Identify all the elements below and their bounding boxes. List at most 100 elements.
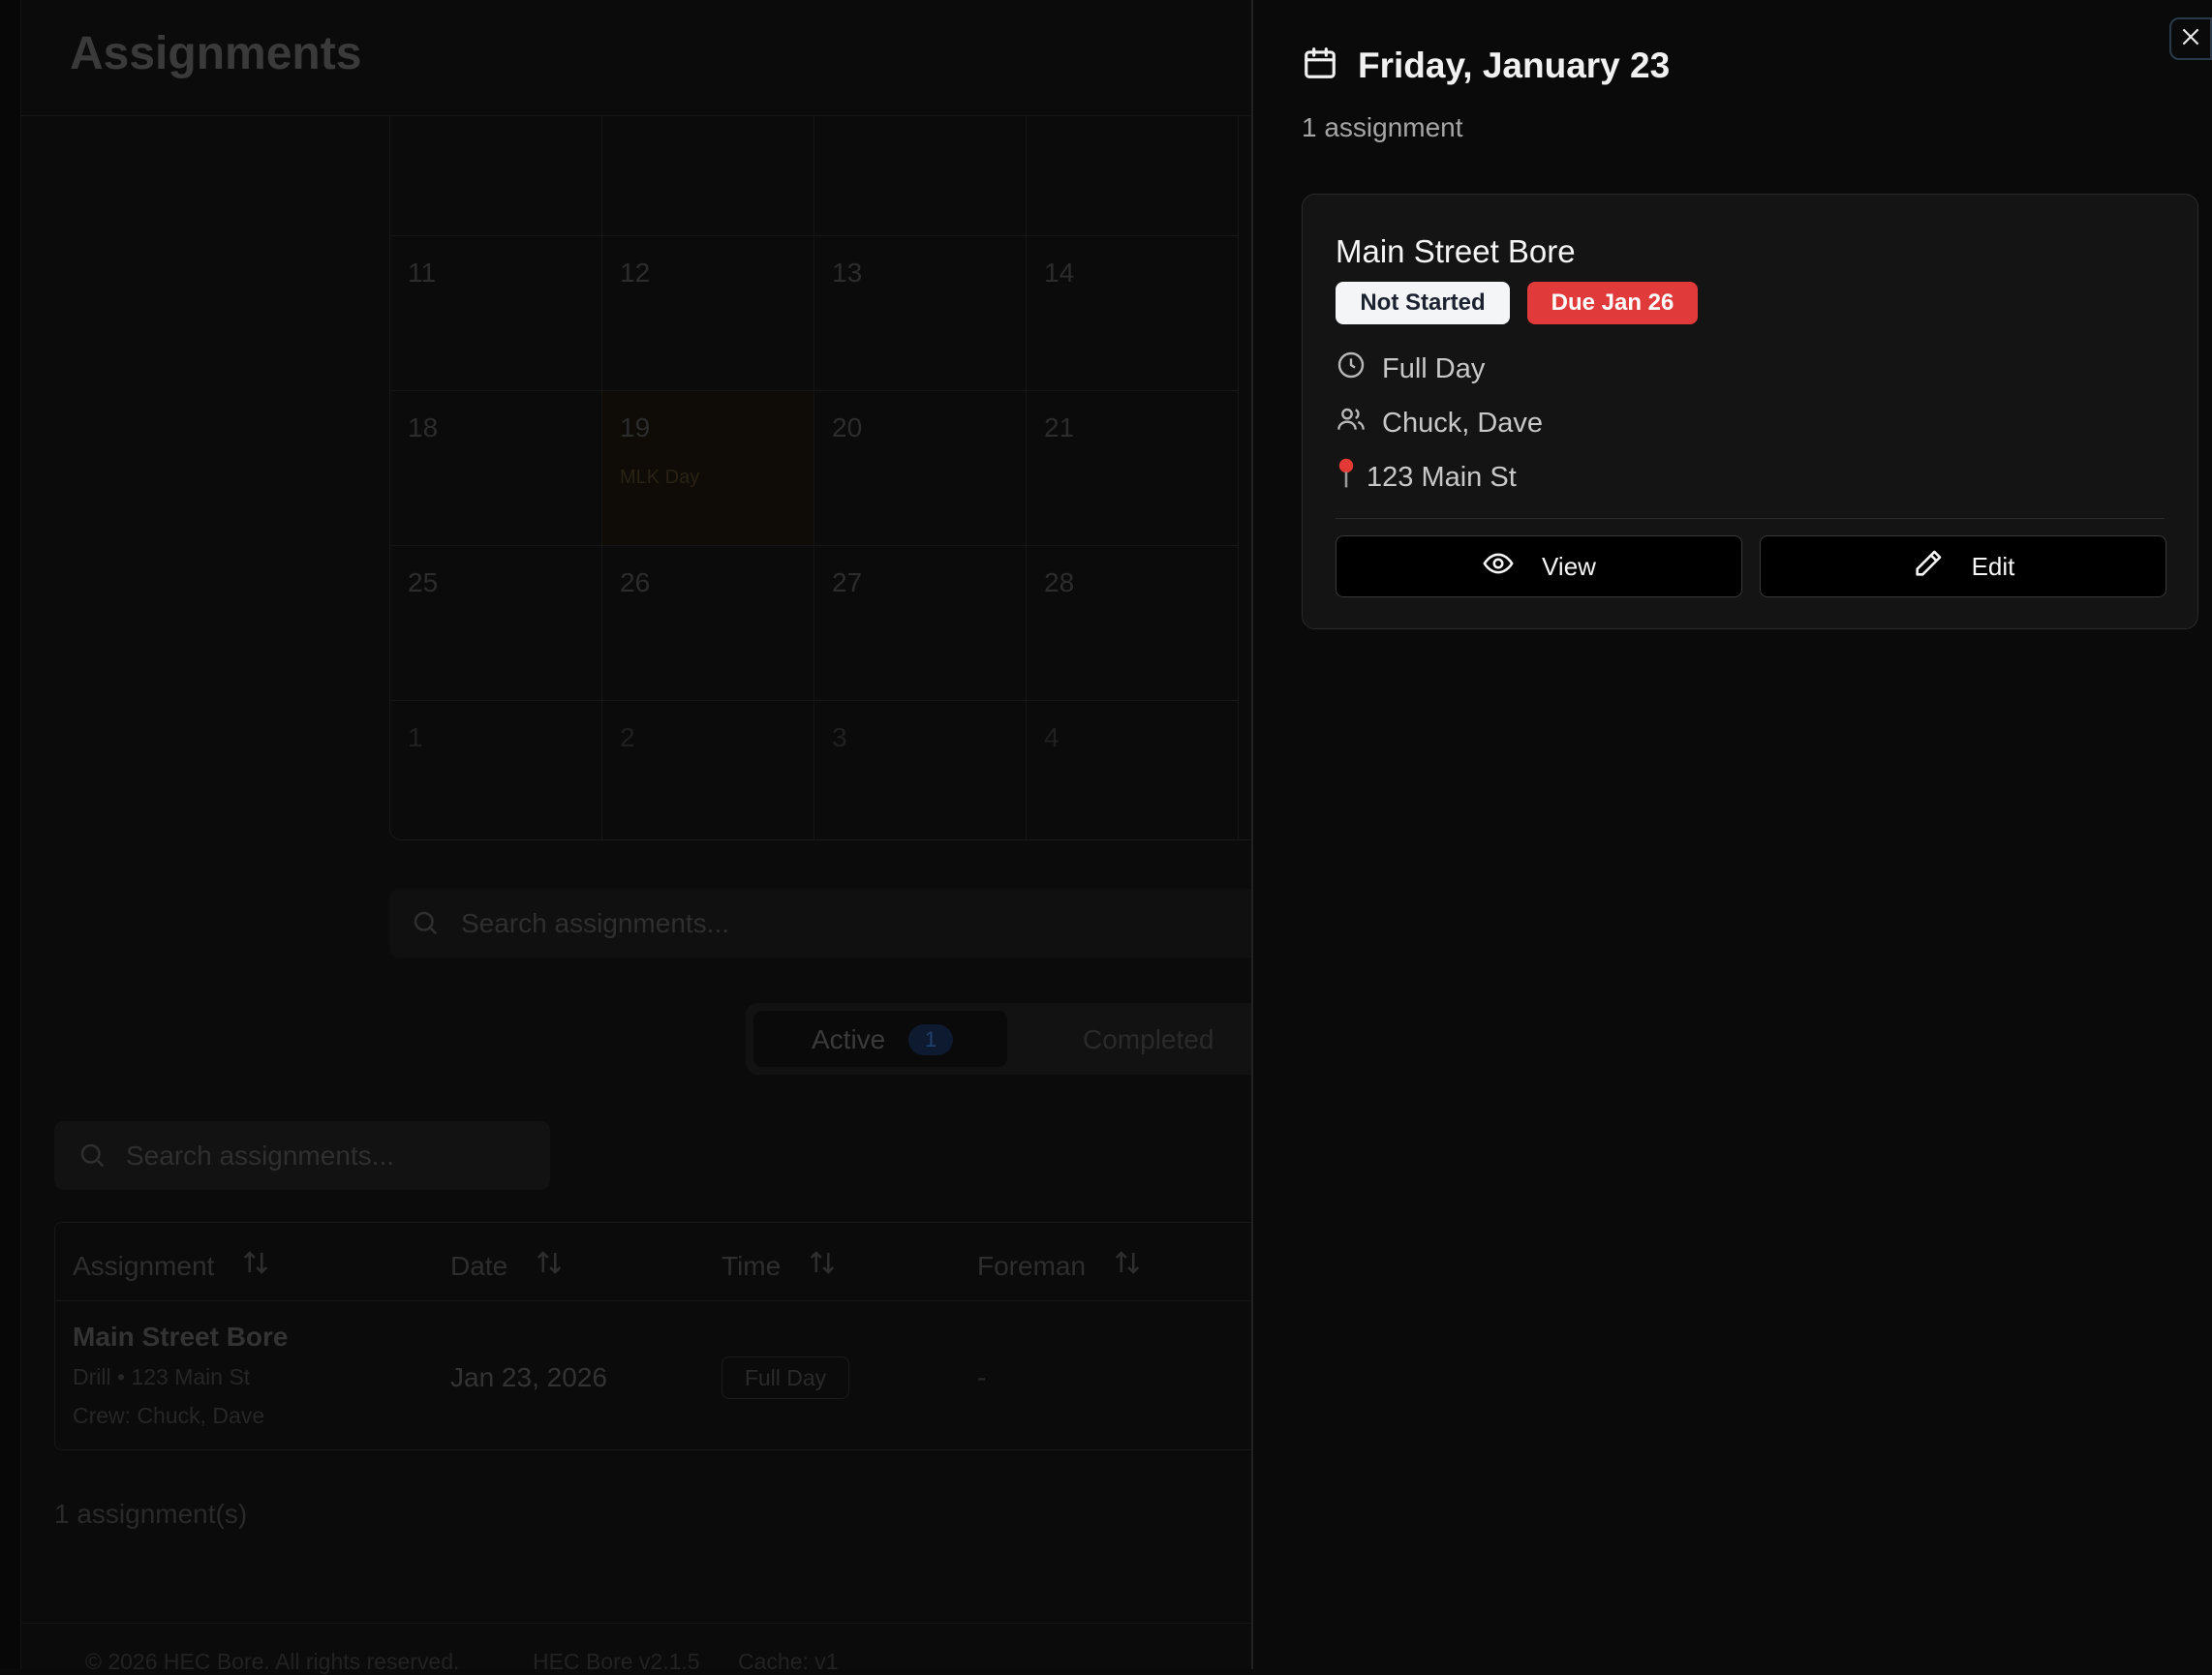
pencil-icon: [1912, 547, 1945, 587]
calendar-cell[interactable]: 20: [814, 391, 1027, 546]
column-header-date[interactable]: Date: [450, 1248, 564, 1284]
column-header-foreman[interactable]: Foreman: [977, 1248, 1142, 1284]
calendar-cell[interactable]: 1: [390, 701, 602, 839]
calendar-cell-holiday[interactable]: 19 MLK Day: [602, 391, 814, 546]
day-number: 20: [832, 412, 863, 442]
calendar-cell[interactable]: [814, 116, 1027, 236]
calendar-cell[interactable]: [602, 116, 814, 236]
calendar-cell[interactable]: 4: [1027, 701, 1239, 839]
day-number: 28: [1044, 567, 1075, 597]
page-title: Assignments: [70, 28, 362, 79]
search-placeholder: Search assignments...: [461, 908, 730, 938]
day-number: 12: [620, 258, 651, 288]
crew-value: Chuck, Dave: [1382, 407, 1544, 439]
day-number: 14: [1044, 258, 1075, 288]
calendar-cell[interactable]: [1027, 116, 1239, 236]
calendar-week: 1 2 3 4: [390, 701, 1357, 839]
calendar-cell[interactable]: 21: [1027, 391, 1239, 546]
row-assignment-meta: Drill • 123 Main St: [73, 1364, 251, 1389]
column-label: Time: [722, 1250, 782, 1281]
column-label: Assignment: [73, 1250, 215, 1281]
calendar-week: 25 26 27 28: [390, 546, 1357, 701]
assignment-count: 1 assignment(s): [54, 1499, 248, 1529]
calendar-cell[interactable]: 26: [602, 546, 814, 701]
search-icon: [77, 1141, 107, 1170]
column-header-assignment[interactable]: Assignment: [73, 1248, 270, 1284]
location-row: 123 Main St: [1336, 458, 1517, 497]
day-number: 27: [832, 567, 863, 597]
search-input-calendar[interactable]: Search assignments...: [389, 889, 1358, 958]
row-assignment-name: Main Street Bore: [73, 1322, 289, 1352]
day-number: 25: [408, 567, 439, 597]
drawer-subtitle: 1 assignment: [1302, 112, 1463, 142]
day-number: 1: [408, 722, 423, 752]
calendar-cell[interactable]: 11: [390, 236, 602, 391]
row-foreman: -: [977, 1362, 987, 1392]
search-input-table[interactable]: Search assignments...: [54, 1121, 550, 1190]
card-title: Main Street Bore: [1336, 233, 1576, 269]
map-pin-icon: [1336, 458, 1357, 497]
day-number: 21: [1044, 412, 1075, 442]
calendar-cell[interactable]: 25: [390, 546, 602, 701]
assignment-card: Main Street Bore Not Started Due Jan 26 …: [1302, 194, 2198, 629]
left-rail: [0, 0, 21, 1669]
tab-active[interactable]: Active 1: [753, 1011, 1007, 1067]
calendar-cell[interactable]: 3: [814, 701, 1027, 839]
sort-icon[interactable]: [808, 1248, 837, 1284]
sort-icon[interactable]: [535, 1248, 564, 1284]
calendar-cell[interactable]: 12: [602, 236, 814, 391]
calendar-cell[interactable]: 28: [1027, 546, 1239, 701]
assignments-table: Assignment Date Time Foreman Main Street…: [54, 1222, 1391, 1450]
time-row: Full Day: [1336, 350, 1485, 388]
calendar-cell[interactable]: 18: [390, 391, 602, 546]
day-number: 4: [1044, 722, 1060, 752]
column-label: Date: [450, 1250, 508, 1281]
app-root: Assignments 11 12 13 14 18 19 MLK Day 20…: [0, 0, 2212, 1674]
calendar-cell[interactable]: 27: [814, 546, 1027, 701]
footer-version: HEC Bore v2.1.5: [533, 1649, 700, 1674]
day-number: 2: [620, 722, 635, 752]
day-number: 18: [408, 412, 439, 442]
close-icon: [2178, 24, 2203, 54]
tab-active-label: Active: [812, 1024, 886, 1054]
calendar-week: 11 12 13 14: [390, 236, 1357, 391]
calendar-cell[interactable]: [390, 116, 602, 236]
calendar-cell[interactable]: 13: [814, 236, 1027, 391]
calendar-grid: 11 12 13 14 18 19 MLK Day 20 21 25 26 27…: [389, 116, 1358, 840]
calendar-icon: [1302, 45, 1338, 86]
sort-icon[interactable]: [1113, 1248, 1142, 1284]
calendar-cell[interactable]: 2: [602, 701, 814, 839]
footer-copyright: © 2026 HEC Bore. All rights reserved.: [85, 1649, 460, 1674]
crew-row: Chuck, Dave: [1336, 404, 1543, 442]
view-button-label: View: [1542, 551, 1596, 581]
clock-icon: [1336, 350, 1367, 388]
row-time-chip: Full Day: [722, 1356, 849, 1399]
search-icon: [411, 908, 440, 937]
column-header-time[interactable]: Time: [722, 1248, 837, 1284]
card-divider: [1336, 518, 2165, 519]
day-number: 13: [832, 258, 863, 288]
drawer-header: Friday, January 23: [1302, 45, 1670, 86]
view-button[interactable]: View: [1336, 535, 1742, 597]
day-number: 3: [832, 722, 847, 752]
drawer-title: Friday, January 23: [1358, 45, 1671, 85]
status-tabs: Active 1 Completed: [746, 1003, 1327, 1075]
calendar-cell[interactable]: 14: [1027, 236, 1239, 391]
users-icon: [1336, 404, 1367, 442]
edit-button[interactable]: Edit: [1760, 535, 2166, 597]
day-number: 26: [620, 567, 651, 597]
row-date: Jan 23, 2026: [450, 1362, 607, 1392]
eye-icon: [1482, 547, 1515, 587]
sort-icon[interactable]: [241, 1248, 270, 1284]
footer-cache: Cache: v1: [738, 1649, 839, 1674]
location-value: 123 Main St: [1367, 461, 1517, 493]
tab-completed-label: Completed: [1083, 1024, 1214, 1054]
time-value: Full Day: [1382, 352, 1486, 384]
calendar-row-partial: [390, 116, 1357, 236]
day-detail-drawer: Friday, January 23 1 assignment Main Str…: [1251, 0, 2212, 1669]
day-number: 11: [408, 258, 437, 288]
calendar-week: 18 19 MLK Day 20 21: [390, 391, 1357, 546]
row-assignment-crew: Crew: Chuck, Dave: [73, 1403, 265, 1428]
tab-active-count: 1: [908, 1024, 953, 1055]
close-button[interactable]: [2169, 17, 2212, 60]
